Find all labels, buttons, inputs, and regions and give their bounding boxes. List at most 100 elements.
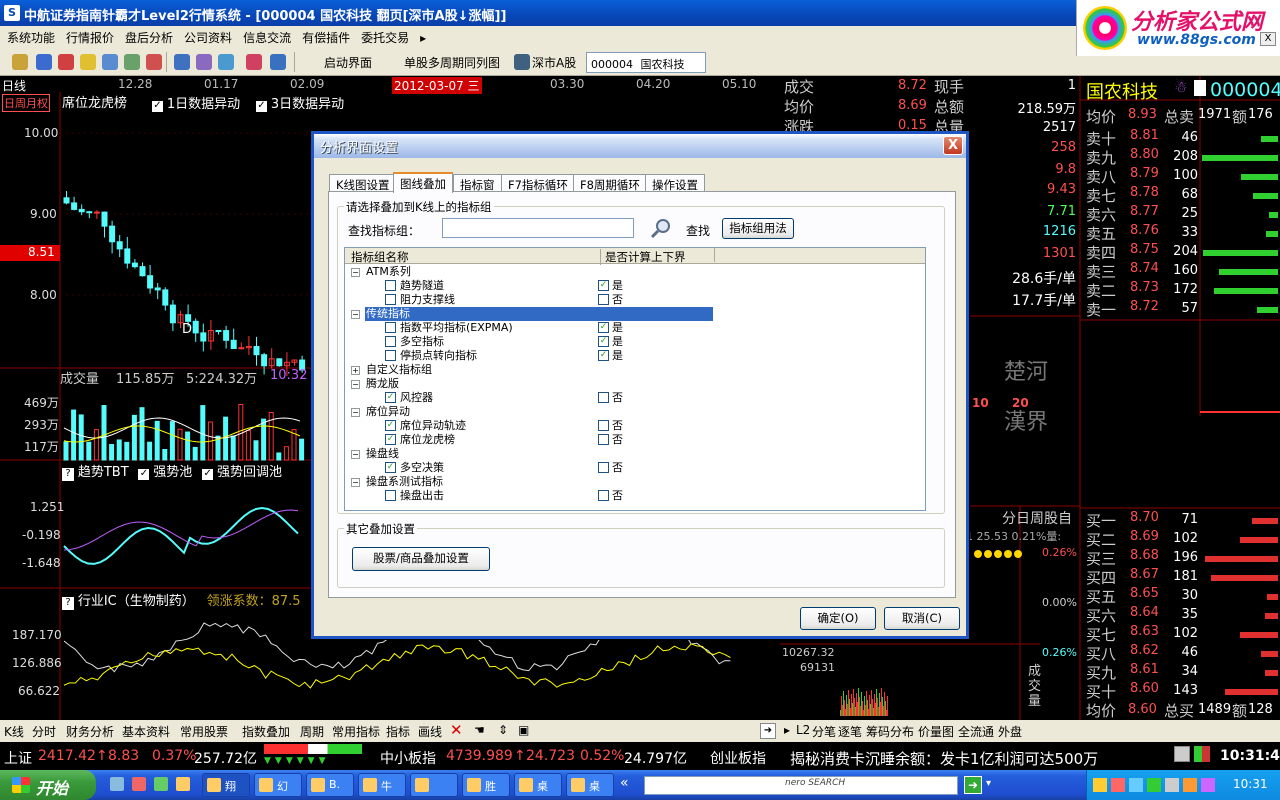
check-1day[interactable]: ✓ 1日数据异动 [152, 93, 240, 112]
tray-icon[interactable] [1201, 778, 1215, 792]
tree-item-label[interactable]: 席位异动轨迹 [399, 419, 467, 433]
tab-kline[interactable]: K线 [4, 723, 24, 740]
tree-item-label[interactable]: 停损点转向指标 [399, 349, 478, 363]
menu-info[interactable]: 信息交流 [236, 26, 295, 46]
tree-group-row[interactable]: − 操盘系测试指标 [345, 475, 925, 489]
tree-group-label[interactable]: 自定义指标组 [365, 363, 433, 377]
dialog-close-button[interactable]: X [943, 136, 963, 155]
overlay-checkbox[interactable]: ✓ [385, 434, 396, 445]
checkbox-icon[interactable]: ✓ [256, 101, 267, 112]
tree-item-row[interactable]: ✓ 风控器 否 [345, 391, 925, 405]
find-input[interactable] [442, 218, 634, 238]
menu-analysis[interactable]: 盘后分析 [118, 26, 177, 46]
market-button[interactable]: 深市A股 [532, 54, 576, 71]
screen-icon[interactable] [218, 54, 234, 70]
tree-group-label[interactable]: ATM系列 [365, 265, 412, 279]
search-icon[interactable] [650, 217, 672, 239]
tray-icon[interactable] [1093, 778, 1107, 792]
start-button[interactable]: 开始 [0, 770, 96, 800]
help-icon[interactable] [146, 54, 162, 70]
calc-bounds-checkbox[interactable] [598, 490, 609, 501]
overlay-checkbox[interactable]: ✓ [385, 420, 396, 431]
checkbox-icon[interactable]: ✓ [138, 469, 150, 480]
menu-more[interactable]: ▸ [413, 28, 430, 45]
chevron-icon[interactable]: « [620, 775, 634, 795]
taskbar-app[interactable]: 翔 [202, 773, 250, 797]
go-arrow-icon[interactable]: ➜ [964, 776, 982, 794]
taskbar-app[interactable]: 桌 [514, 773, 562, 797]
tree-item-row[interactable]: 阻力支撑线 否 [345, 293, 925, 307]
tab-tick[interactable]: 分笔 [812, 723, 836, 740]
tab-outside[interactable]: 外盘 [998, 723, 1022, 740]
tree-item-row[interactable]: ✓ 席位龙虎榜 否 [345, 433, 925, 447]
settings-icon[interactable] [12, 54, 28, 70]
calc-bounds-checkbox[interactable]: ✓ [598, 280, 609, 291]
menu-trade[interactable]: 委托交易 [354, 26, 413, 46]
arrow-right-icon[interactable]: ➜ [760, 723, 776, 739]
refresh-icon[interactable] [36, 54, 52, 70]
logo-close-button[interactable]: X [1260, 32, 1276, 46]
overlay-checkbox[interactable] [385, 280, 396, 291]
calc-bounds-checkbox[interactable]: ✓ [598, 322, 609, 333]
tab-finance[interactable]: 财务分析 [66, 723, 114, 740]
overlay-checkbox[interactable] [385, 322, 396, 333]
overlay-checkbox[interactable] [385, 294, 396, 305]
tab-basic[interactable]: 基本资料 [122, 723, 170, 740]
note-icon[interactable] [1194, 80, 1206, 96]
column-calc[interactable]: 是否计算上下界 [600, 249, 686, 265]
delete-icon[interactable]: ✕ [450, 721, 463, 739]
overlay-checkbox[interactable] [385, 490, 396, 501]
tree-group-row[interactable]: − 席位异动 [345, 405, 925, 419]
dialog-title-bar[interactable]: 分析界面设置 [314, 134, 966, 158]
menu-plugins[interactable]: 有偿插件 [295, 26, 354, 46]
tree-item-label[interactable]: 席位龙虎榜 [399, 433, 456, 447]
tab-overlay[interactable]: 图线叠加 [393, 172, 453, 193]
tree-item-label[interactable]: 趋势隧道 [399, 279, 445, 293]
tree-item-label[interactable]: 风控器 [399, 391, 434, 405]
quicklaunch-icon[interactable] [174, 773, 196, 797]
collapse-icon[interactable]: − [351, 310, 360, 319]
tree-group-label[interactable]: 操盘线 [365, 447, 400, 461]
network-icon[interactable] [196, 54, 212, 70]
checkbox-icon[interactable]: ✓ [152, 101, 163, 112]
picture-icon[interactable] [124, 54, 140, 70]
menu-quotes[interactable]: 行情报价 [59, 26, 118, 46]
taskbar-app[interactable]: 幻 [254, 773, 302, 797]
tree-item-label[interactable]: 操盘出击 [399, 489, 445, 503]
tree-group-label[interactable]: 席位异动 [365, 405, 411, 419]
tree-item-row[interactable]: ✓ 多空决策 否 [345, 461, 925, 475]
multi-period-button[interactable]: 单股多周期同列图 [404, 54, 500, 71]
tree-item-row[interactable]: 多空指标 ✓ 是 [345, 335, 925, 349]
check-3day[interactable]: ✓ 3日数据异动 [256, 93, 344, 112]
menu-system[interactable]: 系统功能 [0, 26, 59, 46]
overlay-checkbox[interactable] [385, 336, 396, 347]
tab-minute[interactable]: 分时 [32, 723, 56, 740]
tab-chip[interactable]: 筹码分布 [866, 723, 914, 740]
tab-drawing[interactable]: 画线 [418, 723, 442, 740]
tree-item-row[interactable]: ✓ 席位异动轨迹 否 [345, 419, 925, 433]
tree-item-row[interactable]: 操盘出击 否 [345, 489, 925, 503]
tree-group-row[interactable]: − 操盘线 [345, 447, 925, 461]
tree-item-row[interactable]: 指数平均指标(EXPMA) ✓ 是 [345, 321, 925, 335]
collapse-icon[interactable]: − [351, 408, 360, 417]
overlay-checkbox[interactable]: ✓ [385, 392, 396, 403]
grid-icon[interactable] [174, 54, 190, 70]
computer-icon[interactable] [1174, 746, 1190, 762]
tab-price-volume[interactable]: 价量图 [918, 723, 954, 740]
collapse-icon[interactable]: − [351, 450, 360, 459]
tab-operation[interactable]: 操作设置 [645, 174, 705, 192]
tray-icon[interactable] [1165, 778, 1179, 792]
tree-item-label[interactable]: 指数平均指标(EXPMA) [399, 321, 514, 335]
move-icon[interactable]: ⇕ [498, 723, 508, 737]
tab-f7-cycle[interactable]: F7指标循环 [501, 174, 575, 192]
usage-button[interactable]: 指标组用法 [722, 218, 794, 239]
collapse-icon[interactable]: − [351, 380, 360, 389]
overlay-checkbox[interactable] [385, 350, 396, 361]
tab-common-stocks[interactable]: 常用股票 [180, 723, 228, 740]
ok-button[interactable]: 确定(O) [800, 607, 876, 630]
tab-f8-cycle[interactable]: F8周期循环 [573, 174, 647, 192]
taskbar-app[interactable]: 桌 [566, 773, 614, 797]
tree-group-label[interactable]: 腾龙版 [365, 377, 400, 391]
window-icon[interactable] [270, 54, 286, 70]
news-headline[interactable]: 揭秘消费卡沉睡余额：发卡1亿利润可达500万 [790, 748, 1098, 769]
